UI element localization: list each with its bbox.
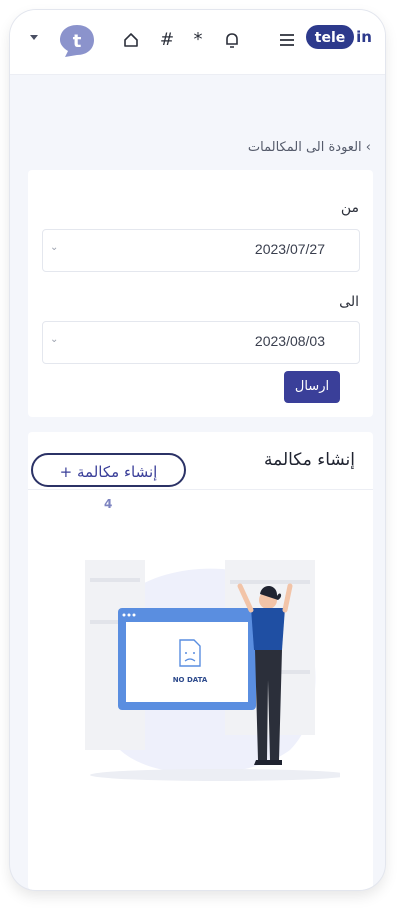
avatar-letter: t <box>73 31 82 52</box>
avatar[interactable]: t <box>58 23 96 59</box>
svg-text:in: in <box>356 28 372 46</box>
create-call-button[interactable]: + إنشاء مكالمة <box>31 453 186 487</box>
brand-logo[interactable]: tele in <box>306 23 376 51</box>
to-date-value: 2023/08/03 <box>254 333 325 349</box>
asterisk-icon[interactable]: * <box>190 30 206 50</box>
breadcrumb[interactable]: › العودة الى المكالمات <box>248 140 371 155</box>
no-data-text: NO DATA <box>173 676 208 684</box>
step-badge: 4 <box>104 497 113 511</box>
chevron-down-icon: ⌄ <box>50 334 59 345</box>
empty-state-illustration: NO DATA <box>85 560 340 781</box>
home-icon[interactable] <box>122 30 140 50</box>
svg-text:tele: tele <box>315 30 345 46</box>
breadcrumb-label: العودة الى المكالمات <box>247 140 362 155</box>
from-date-field[interactable]: 2023/07/27 ⌄ <box>42 229 360 272</box>
chevron-down-icon: ⌄ <box>50 242 59 253</box>
menu-icon[interactable] <box>278 30 296 50</box>
bell-icon[interactable] <box>224 30 240 50</box>
hash-icon[interactable]: # <box>158 30 176 50</box>
top-navbar: t # * tele in <box>10 10 385 75</box>
dropdown-caret-icon[interactable] <box>30 35 38 40</box>
submit-button[interactable]: ارسال <box>284 371 340 403</box>
phone-frame: t # * tele in › العودة الى المكالمات من … <box>10 10 385 890</box>
breadcrumb-chevron-icon: › <box>365 140 371 155</box>
to-label: الى <box>339 294 359 310</box>
from-date-value: 2023/07/27 <box>254 241 325 257</box>
from-label: من <box>340 200 359 216</box>
to-date-field[interactable]: 2023/08/03 ⌄ <box>42 321 360 364</box>
create-call-title: إنشاء مكالمة <box>264 450 355 470</box>
